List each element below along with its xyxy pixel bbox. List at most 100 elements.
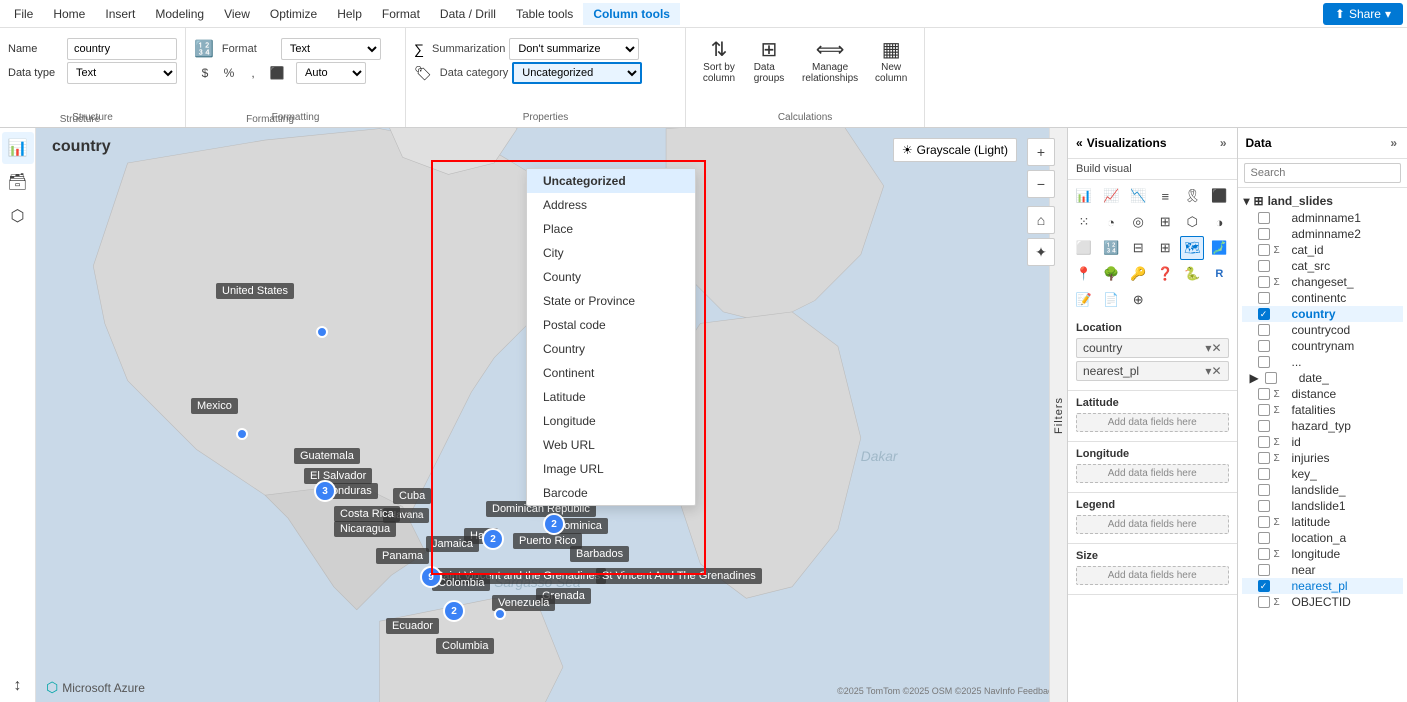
dropdown-item-country[interactable]: Country: [527, 337, 695, 361]
percent-icon[interactable]: %: [218, 62, 240, 84]
sidebar-report-icon[interactable]: 📊: [2, 132, 34, 164]
zoom-out-button[interactable]: −: [1027, 170, 1055, 198]
dropdown-item-uncategorized[interactable]: Uncategorized: [527, 169, 695, 193]
data-search-input[interactable]: [1244, 163, 1402, 183]
field-key[interactable]: key_: [1242, 466, 1404, 482]
sidebar-arrow-icon[interactable]: ↕: [2, 670, 34, 702]
name-input[interactable]: [67, 38, 177, 60]
data-category-dropdown[interactable]: Uncategorized Address Place City County …: [526, 168, 696, 506]
menu-format[interactable]: Format: [372, 3, 430, 25]
field-cat-src[interactable]: cat_src: [1242, 258, 1404, 274]
vis-filled-map[interactable]: 🗾: [1207, 236, 1231, 260]
menu-file[interactable]: File: [4, 3, 43, 25]
dropdown-item-image-url[interactable]: Image URL: [527, 457, 695, 481]
field-more[interactable]: ...: [1242, 354, 1404, 370]
menu-help[interactable]: Help: [327, 3, 372, 25]
decimal-icon[interactable]: ⬛: [266, 62, 288, 84]
vis-matrix[interactable]: ⊞: [1153, 236, 1177, 260]
field-countrynam[interactable]: countrynam: [1242, 338, 1404, 354]
field-nearest-pl[interactable]: ✓ nearest_pl: [1242, 578, 1404, 594]
vis-azure-map[interactable]: 📍: [1072, 262, 1096, 286]
field-adminname1[interactable]: adminname1: [1242, 210, 1404, 226]
field-injuries[interactable]: Σ injuries: [1242, 450, 1404, 466]
field-location-a[interactable]: location_a: [1242, 530, 1404, 546]
field-countrycod[interactable]: countrycod: [1242, 322, 1404, 338]
menu-insert[interactable]: Insert: [95, 3, 145, 25]
sort-by-column-button[interactable]: ⇅ Sort bycolumn: [694, 36, 744, 88]
dropdown-item-state-province[interactable]: State or Province: [527, 289, 695, 313]
field-distance[interactable]: Σ distance: [1242, 386, 1404, 402]
dropdown-item-continent[interactable]: Continent: [527, 361, 695, 385]
field-cat-id[interactable]: Σ cat_id: [1242, 242, 1404, 258]
vis-table[interactable]: ⊟: [1126, 236, 1150, 260]
grayscale-button[interactable]: ☀ Grayscale (Light): [893, 138, 1017, 162]
dropdown-item-county[interactable]: County: [527, 265, 695, 289]
field-fatalities[interactable]: Σ fatalities: [1242, 402, 1404, 418]
vis-waterfall[interactable]: ⬛: [1207, 184, 1231, 208]
size-add-field[interactable]: Add data fields here: [1076, 566, 1229, 585]
vis-funnel[interactable]: ⬡: [1180, 210, 1204, 234]
vis-smart-narrative[interactable]: 📝: [1072, 288, 1096, 312]
vis-pie[interactable]: ◔: [1099, 210, 1123, 234]
zoom-in-button[interactable]: +: [1027, 138, 1055, 166]
latitude-add-field[interactable]: Add data fields here: [1076, 413, 1229, 432]
menu-table-tools[interactable]: Table tools: [506, 3, 583, 25]
expand-vis-icon[interactable]: »: [1218, 134, 1229, 152]
field-id[interactable]: Σ id: [1242, 434, 1404, 450]
dropdown-item-place[interactable]: Place: [527, 217, 695, 241]
field-longitude[interactable]: Σ longitude: [1242, 546, 1404, 562]
menu-column-tools[interactable]: Column tools: [583, 3, 680, 25]
manage-relationships-button[interactable]: ⟺ Managerelationships: [794, 36, 866, 88]
menu-view[interactable]: View: [214, 3, 260, 25]
field-latitude[interactable]: Σ latitude: [1242, 514, 1404, 530]
menu-modeling[interactable]: Modeling: [145, 3, 214, 25]
auto-select[interactable]: Auto: [296, 62, 366, 84]
new-column-button[interactable]: ▦ Newcolumn: [866, 36, 916, 88]
field-landslide1[interactable]: landslide1: [1242, 498, 1404, 514]
compass-button[interactable]: ✦: [1027, 238, 1055, 266]
vis-qna[interactable]: ❓: [1153, 262, 1177, 286]
share-button[interactable]: ⬆ Share ▾: [1323, 3, 1403, 25]
longitude-add-field[interactable]: Add data fields here: [1076, 464, 1229, 483]
location-field-close-icon[interactable]: ✕: [1211, 341, 1221, 355]
data-type-select[interactable]: Text: [67, 62, 177, 84]
vis-card[interactable]: ⬜: [1072, 236, 1096, 260]
dropdown-item-web-url[interactable]: Web URL: [527, 433, 695, 457]
home-button[interactable]: ⌂: [1027, 206, 1055, 234]
summarization-select[interactable]: Don't summarize: [509, 38, 639, 60]
menu-optimize[interactable]: Optimize: [260, 3, 327, 25]
dropdown-item-city[interactable]: City: [527, 241, 695, 265]
vis-key-influencers[interactable]: 🔑: [1126, 262, 1150, 286]
field-date[interactable]: ▶ date_: [1242, 370, 1404, 386]
vis-area-chart[interactable]: 📉: [1126, 184, 1150, 208]
data-groups-button[interactable]: ⊞ Datagroups: [744, 36, 794, 88]
field-hazard-typ[interactable]: hazard_typ: [1242, 418, 1404, 434]
field-landslide[interactable]: landslide_: [1242, 482, 1404, 498]
vis-r[interactable]: R: [1207, 262, 1231, 286]
sidebar-model-icon[interactable]: ⬡: [2, 200, 34, 232]
field-country[interactable]: ✓ country: [1242, 306, 1404, 322]
vis-line-chart[interactable]: 📈: [1099, 184, 1123, 208]
tree-group-header[interactable]: ▾ ⊞ land_slides: [1242, 192, 1404, 210]
location-field2-close-icon[interactable]: ✕: [1211, 364, 1221, 378]
vis-donut[interactable]: ◎: [1126, 210, 1150, 234]
dropdown-item-latitude[interactable]: Latitude: [527, 385, 695, 409]
dropdown-item-postal-code[interactable]: Postal code: [527, 313, 695, 337]
format-select[interactable]: Text: [281, 38, 381, 60]
vis-treemap[interactable]: ⊞: [1153, 210, 1177, 234]
menu-home[interactable]: Home: [43, 3, 95, 25]
field-objectid[interactable]: Σ OBJECTID: [1242, 594, 1404, 610]
vis-decomp[interactable]: 🌳: [1099, 262, 1123, 286]
vis-scatter[interactable]: ⁙: [1072, 210, 1096, 234]
legend-add-field[interactable]: Add data fields here: [1076, 515, 1229, 534]
field-near[interactable]: near: [1242, 562, 1404, 578]
vis-gauge[interactable]: ◑: [1207, 210, 1231, 234]
field-adminname2[interactable]: adminname2: [1242, 226, 1404, 242]
dropdown-item-barcode[interactable]: Barcode: [527, 481, 695, 505]
vis-map[interactable]: 🗺: [1180, 236, 1204, 260]
currency-icon[interactable]: $: [194, 62, 216, 84]
vis-bar-chart[interactable]: 📊: [1072, 184, 1096, 208]
vis-more[interactable]: ⊕: [1126, 288, 1150, 312]
menu-data-drill[interactable]: Data / Drill: [430, 3, 506, 25]
vis-kpi[interactable]: 🔢: [1099, 236, 1123, 260]
